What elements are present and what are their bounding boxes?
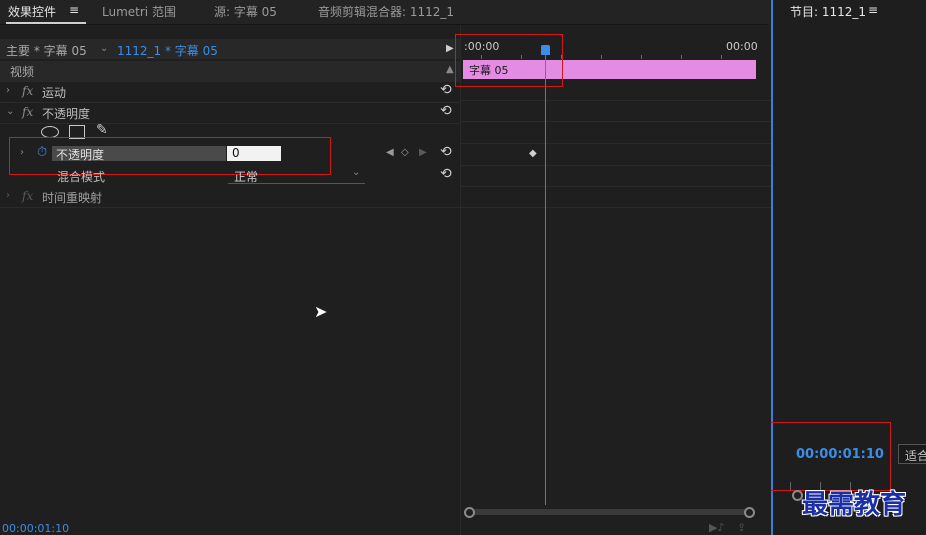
effect-row-opacity[interactable]: ⌄ fx 不透明度 ⟲ <box>0 103 460 124</box>
scroll-handle-right[interactable] <box>744 507 755 518</box>
row-divider <box>461 186 771 187</box>
reset-icon[interactable]: ⟲ <box>440 166 452 182</box>
tab-lumetri-scopes[interactable]: Lumetri 范围 <box>102 3 176 20</box>
effect-row-time-remap[interactable]: › fx 时间重映射 <box>0 187 460 208</box>
effect-name-time-remap: 时间重映射 <box>42 191 103 205</box>
effect-controls-panel: 主要 * 字幕 05 ⌄ 1112_1 * 字幕 05 ▶ 视频 ▲ › fx … <box>0 25 460 535</box>
ruler-tick <box>721 55 722 59</box>
expand-chevron-icon[interactable]: › <box>6 190 10 201</box>
timeline-scrollbar[interactable] <box>467 509 751 515</box>
reset-icon[interactable]: ⟲ <box>440 144 452 160</box>
row-divider <box>461 100 771 101</box>
playhead-line <box>545 55 546 505</box>
tab-effect-controls[interactable]: 效果控件 <box>8 3 56 20</box>
row-divider <box>461 121 771 122</box>
blend-mode-label: 混合模式 <box>57 170 106 184</box>
row-divider <box>461 143 771 144</box>
row-divider <box>461 165 771 166</box>
fit-dropdown-label: 适合 <box>905 449 926 463</box>
keyframe-diamond-icon[interactable]: ◆ <box>529 148 537 159</box>
reset-icon[interactable]: ⟲ <box>440 82 452 98</box>
video-section-header: 视频 ▲ <box>0 61 460 82</box>
tab-program-monitor[interactable]: 节目: 1112_1 <box>790 3 866 20</box>
blend-mode-row: 混合模式 正常 ⌄ ⟲ <box>0 166 460 186</box>
fx-badge-icon[interactable]: fx <box>22 105 33 119</box>
effect-row-motion[interactable]: › fx 运动 ⟲ <box>0 82 460 103</box>
row-divider <box>461 207 771 208</box>
chevron-down-icon[interactable]: ⌄ <box>100 43 108 54</box>
timeline-highlight-box <box>455 34 563 87</box>
reset-icon[interactable]: ⟲ <box>440 103 452 119</box>
ruler-tick <box>681 55 682 59</box>
add-keyframe-icon[interactable]: ◇ <box>401 147 409 158</box>
mouse-cursor-icon: ➤ <box>314 302 328 321</box>
watermark-logo: 最需教育 <box>802 490 907 520</box>
collapse-chevron-icon[interactable]: ⌄ <box>6 106 14 117</box>
fx-badge-icon[interactable]: fx <box>22 84 33 98</box>
effect-controls-header: 主要 * 字幕 05 ⌄ 1112_1 * 字幕 05 ▶ <box>0 39 460 59</box>
tab-source[interactable]: 源: 字幕 05 <box>214 3 277 20</box>
ruler-tick <box>641 55 642 59</box>
chevron-down-icon: ⌄ <box>352 167 361 178</box>
blend-mode-dropdown[interactable]: 正常 ⌄ <box>228 167 365 184</box>
master-clip-label[interactable]: 主要 * 字幕 05 <box>6 42 87 59</box>
footer-timecode[interactable]: 00:00:01:10 <box>2 522 69 535</box>
scroll-handle-left[interactable] <box>464 507 475 518</box>
blend-mode-value: 正常 <box>234 170 259 184</box>
export-frame-icon[interactable]: ⇪ <box>737 521 746 534</box>
fx-badge-icon[interactable]: fx <box>22 189 33 203</box>
prev-keyframe-icon[interactable]: ◀ <box>386 147 394 158</box>
program-ruler-tick <box>790 482 791 490</box>
next-keyframe-icon[interactable]: ▶ <box>419 147 427 158</box>
timeline-end-time: 00:00 <box>726 40 758 53</box>
tab-audio-clip-mixer[interactable]: 音频剪辑混合器: 1112_1 <box>318 3 454 20</box>
collapse-up-icon[interactable]: ▲ <box>446 64 454 75</box>
ruler-tick <box>601 55 602 59</box>
sequence-clip-label[interactable]: 1112_1 * 字幕 05 <box>117 42 218 59</box>
panel-tab-bar: 效果控件 ≡ Lumetri 范围 源: 字幕 05 音频剪辑混合器: 1112… <box>0 0 768 25</box>
pen-mask-icon[interactable]: ✎ <box>96 122 108 138</box>
effect-timeline-area: :00:00 00:00 字幕 05 ◆ ▶♪ ⇪ <box>460 25 771 535</box>
effect-name-motion: 运动 <box>42 86 67 100</box>
program-menu-icon[interactable]: ≡ <box>868 3 878 17</box>
active-tab-underline <box>6 22 86 24</box>
tab-menu-icon[interactable]: ≡ <box>69 3 79 17</box>
expand-chevron-icon[interactable]: › <box>6 85 10 96</box>
fit-dropdown[interactable]: 适合 <box>898 444 926 464</box>
program-timecode[interactable]: 00:00:01:10 <box>796 447 884 462</box>
effect-name-opacity: 不透明度 <box>42 107 91 121</box>
video-section-label: 视频 <box>10 65 35 79</box>
audio-solo-icon[interactable]: ▶♪ <box>709 521 724 534</box>
play-only-icon[interactable]: ▶ <box>446 43 454 54</box>
